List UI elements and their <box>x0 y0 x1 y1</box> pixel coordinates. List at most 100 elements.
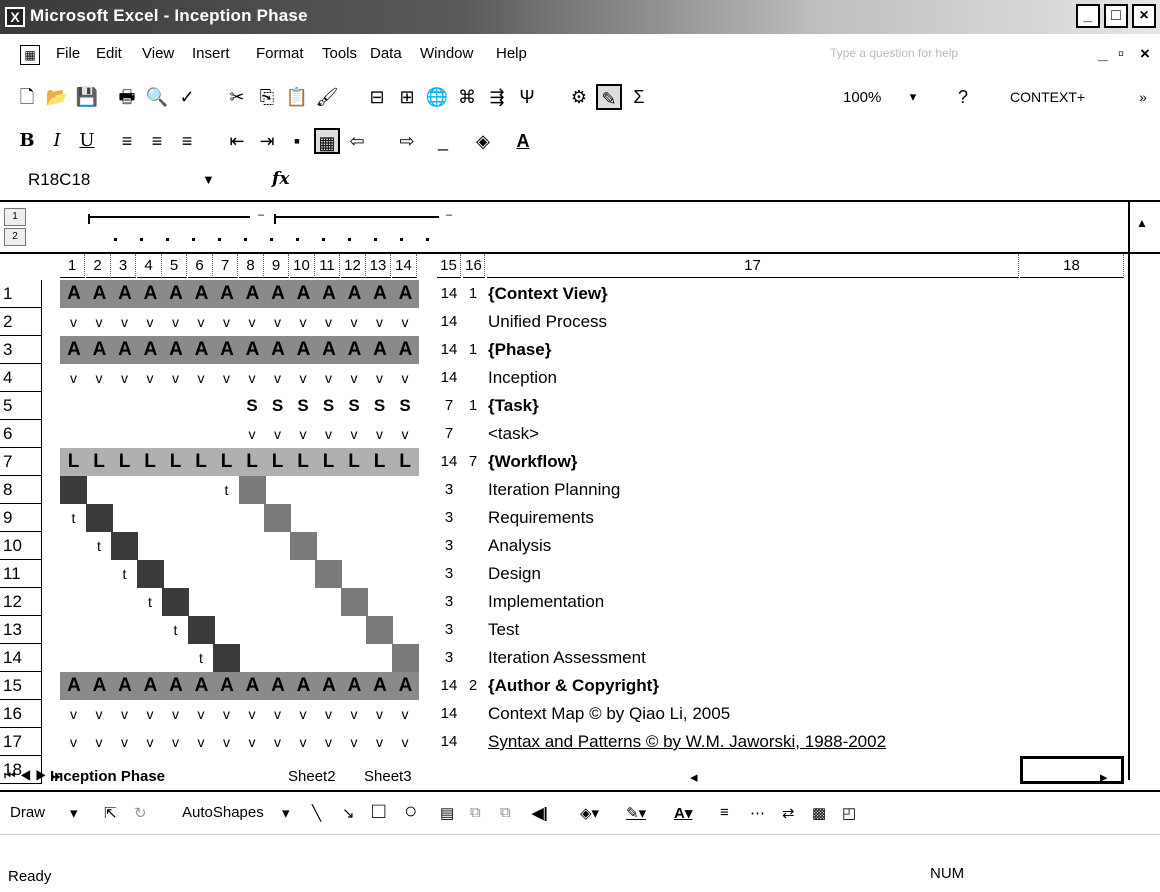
row-header[interactable]: 12 <box>0 588 42 616</box>
grid-cell[interactable]: v <box>111 700 138 728</box>
name-box[interactable]: R18C18 <box>28 170 90 190</box>
sheet-tab[interactable]: Inception Phase <box>50 768 165 785</box>
grid-cell[interactable]: v <box>137 728 164 756</box>
grid-cell[interactable]: L <box>315 448 342 476</box>
grid-cell[interactable] <box>341 476 368 504</box>
right-arrow-icon[interactable]: ⇨ <box>394 128 420 154</box>
level-cell[interactable] <box>463 308 483 336</box>
zoom-dropdown-icon[interactable]: ▾ <box>900 84 926 110</box>
name-box-dropdown-icon[interactable]: ▼ <box>202 172 215 187</box>
grid-cell[interactable] <box>315 476 342 504</box>
font-color-draw-icon[interactable]: A▾ <box>674 804 692 822</box>
menu-help[interactable]: Help <box>496 45 527 62</box>
globe-icon[interactable]: ⚙ <box>566 84 592 110</box>
row-header[interactable]: 10 <box>0 532 42 560</box>
level-cell[interactable] <box>463 644 483 672</box>
new-icon[interactable]: 🗋 <box>14 84 40 110</box>
menu-window[interactable]: Window <box>420 45 473 62</box>
menu-data[interactable]: Data <box>370 45 402 62</box>
grid-cell[interactable]: v <box>290 308 317 336</box>
grid-cell[interactable]: v <box>290 420 317 448</box>
grid-cell[interactable]: v <box>392 308 419 336</box>
grid-cell[interactable]: A <box>315 672 342 700</box>
grid-cell[interactable] <box>239 616 266 644</box>
line-style-icon[interactable]: ≡ <box>720 804 729 821</box>
line-icon[interactable]: ╲ <box>312 804 321 822</box>
grid-cell[interactable] <box>162 476 189 504</box>
grid-cell[interactable]: v <box>239 308 266 336</box>
row-header[interactable]: 15 <box>0 672 42 700</box>
grid-cell[interactable]: v <box>137 364 164 392</box>
draw-menu-dropdown-icon[interactable]: ▾ <box>70 804 78 822</box>
grid-cell[interactable] <box>137 420 164 448</box>
grid-cell[interactable] <box>213 644 240 672</box>
minimize-button[interactable]: _ <box>1076 4 1100 28</box>
fill-color-icon[interactable]: ◈ <box>470 128 496 154</box>
grid-cell[interactable]: A <box>85 336 113 364</box>
grid-cell[interactable] <box>162 644 189 672</box>
grid-cell[interactable] <box>392 504 419 532</box>
doc-restore-button[interactable]: ▫ <box>1118 44 1124 64</box>
grid-cell[interactable] <box>366 504 393 532</box>
grid-cell[interactable] <box>290 504 317 532</box>
grid-cell[interactable]: S <box>239 392 266 420</box>
clip-art-icon[interactable]: ◀| <box>532 804 548 822</box>
grid-cell[interactable] <box>213 616 240 644</box>
grid-cell[interactable] <box>290 588 317 616</box>
grid-cell[interactable]: L <box>289 448 317 476</box>
count-cell[interactable]: 7 <box>437 392 461 420</box>
count-cell[interactable]: 14 <box>437 308 461 336</box>
column-header[interactable]: 5 <box>162 254 187 278</box>
doc-close-button[interactable]: × <box>1140 44 1150 64</box>
open-icon[interactable]: 📂 <box>44 84 70 110</box>
grid-cell[interactable]: A <box>264 672 291 700</box>
grid-cell[interactable]: v <box>264 728 291 756</box>
level-cell[interactable]: 1 <box>463 336 483 364</box>
grid-cell[interactable]: A <box>60 672 87 700</box>
help-search-input[interactable]: Type a question for help <box>830 46 1080 66</box>
zoom-select[interactable]: 100% <box>843 89 881 106</box>
grid-cell[interactable] <box>341 644 368 672</box>
grid-cell[interactable]: t <box>137 588 164 616</box>
grid-cell[interactable]: v <box>60 728 87 756</box>
grid-cell[interactable]: v <box>239 728 266 756</box>
column-header[interactable]: 10 <box>289 254 315 278</box>
grid-cell[interactable] <box>315 588 342 616</box>
grid-cell[interactable]: A <box>136 336 164 364</box>
count-cell[interactable]: 3 <box>437 532 461 560</box>
insert-function-icon[interactable]: fx <box>272 169 289 189</box>
column-header[interactable]: 11 <box>315 254 340 278</box>
menu-insert[interactable]: Insert <box>192 45 230 62</box>
grid-cell[interactable]: A <box>111 672 138 700</box>
level-cell[interactable]: 7 <box>463 448 483 476</box>
grid-cell[interactable] <box>391 644 419 672</box>
grid-cell[interactable]: v <box>315 364 342 392</box>
column-header[interactable]: 3 <box>111 254 136 278</box>
grid-cell[interactable]: t <box>213 476 240 504</box>
cut-icon[interactable]: ✂ <box>224 84 250 110</box>
grid-cell[interactable] <box>290 560 317 588</box>
wordart-icon[interactable]: ⧉ <box>470 804 481 821</box>
row-header[interactable]: 6 <box>0 420 42 448</box>
grid-cell[interactable]: S <box>315 392 342 420</box>
arrow-style-icon[interactable]: ⇄ <box>782 804 795 822</box>
grid-cell[interactable]: A <box>391 336 419 364</box>
grid-cell[interactable] <box>315 616 342 644</box>
grid-cell[interactable] <box>213 420 240 448</box>
save-icon[interactable]: 💾 <box>74 84 100 110</box>
grid-cell[interactable]: L <box>366 448 393 476</box>
column-header[interactable]: 1 <box>60 254 85 278</box>
row-header[interactable]: 11 <box>0 560 42 588</box>
row-header[interactable]: 8 <box>0 476 42 504</box>
grid-cell[interactable] <box>315 560 342 588</box>
grid-cell[interactable]: v <box>86 364 113 392</box>
grid-cell[interactable] <box>111 588 138 616</box>
grid-cell[interactable]: v <box>366 728 393 756</box>
level-cell[interactable]: 1 <box>463 280 483 308</box>
grid-cell[interactable] <box>188 420 215 448</box>
grid-cell[interactable]: t <box>111 560 138 588</box>
grid-cell[interactable] <box>392 476 419 504</box>
grid-cell[interactable]: v <box>162 308 189 336</box>
grid-cell[interactable]: v <box>366 308 393 336</box>
horizontal-scroll-left-icon[interactable]: ◂ <box>690 768 698 786</box>
